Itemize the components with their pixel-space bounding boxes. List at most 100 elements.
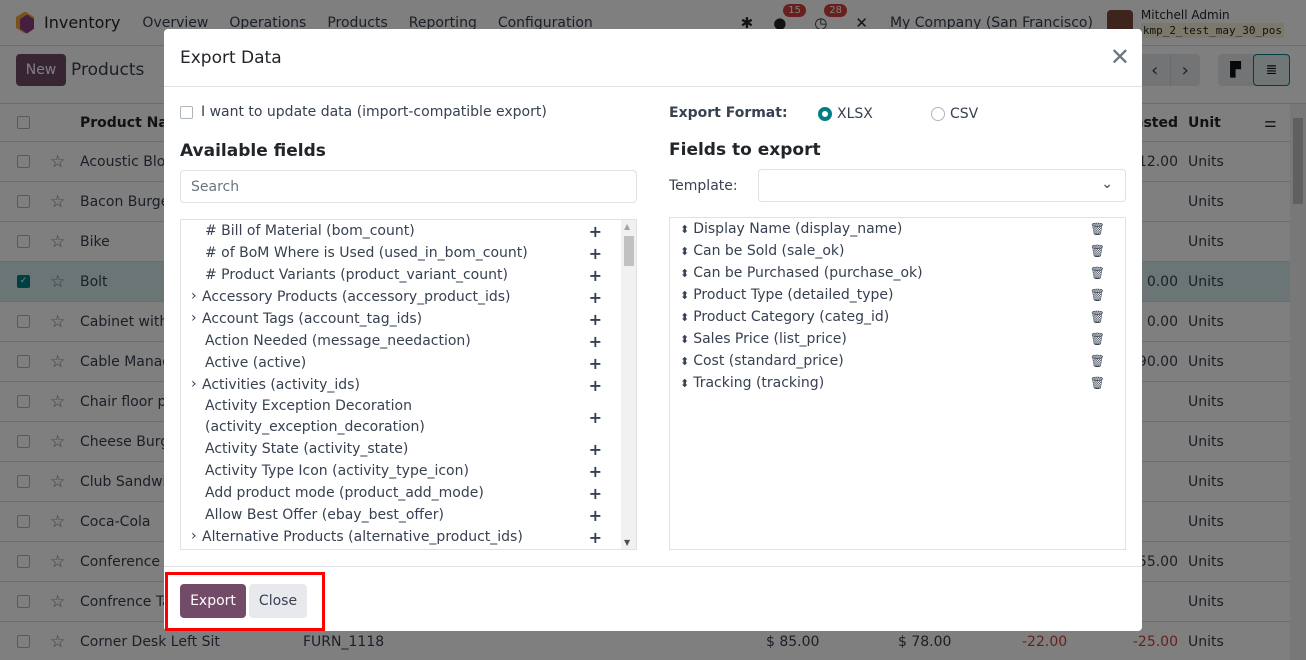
- export-field-label: Can be Sold (sale_ok): [693, 243, 845, 259]
- available-field-item[interactable]: Activity Type Icon (activity_type_icon) +: [181, 460, 636, 482]
- available-fields-title: Available fields: [180, 141, 326, 161]
- export-field-item[interactable]: ⬍ Sales Price (list_price) 🗑: [670, 328, 1125, 350]
- export-field-item[interactable]: ⬍ Can be Sold (sale_ok) 🗑: [670, 240, 1125, 262]
- export-field-label: Product Category (categ_id): [693, 309, 890, 325]
- trash-icon[interactable]: 🗑: [1090, 222, 1105, 236]
- chevron-right-icon[interactable]: ›: [191, 308, 197, 329]
- dialog-header: Export Data ✕: [164, 29, 1142, 87]
- radio-unselected-icon[interactable]: [931, 107, 945, 121]
- available-field-label: # of BoM Where is Used (used_in_bom_coun…: [205, 244, 528, 261]
- trash-icon[interactable]: 🗑: [1090, 244, 1105, 258]
- scroll-up-icon[interactable]: ▲: [624, 222, 630, 231]
- available-fields-scrollbar[interactable]: ▲ ▼: [621, 220, 636, 549]
- drag-handle-icon[interactable]: ⬍: [680, 223, 689, 236]
- close-icon[interactable]: ✕: [1110, 45, 1130, 69]
- add-field-icon[interactable]: +: [589, 265, 602, 286]
- add-field-icon[interactable]: +: [589, 287, 602, 308]
- import-compatible-checkbox[interactable]: [180, 105, 193, 119]
- available-field-label: Account Tags (account_tag_ids): [202, 310, 423, 327]
- available-field-item[interactable]: # of BoM Where is Used (used_in_bom_coun…: [181, 242, 636, 264]
- add-field-icon[interactable]: +: [589, 243, 602, 264]
- dialog-title: Export Data: [180, 48, 282, 68]
- add-field-icon[interactable]: +: [589, 483, 602, 504]
- export-format-label: Export Format:: [669, 105, 788, 121]
- export-field-label: Product Type (detailed_type): [693, 287, 894, 303]
- available-field-item[interactable]: # Bill of Material (bom_count) +: [181, 220, 636, 242]
- add-field-icon[interactable]: +: [589, 527, 602, 548]
- chevron-right-icon[interactable]: ›: [191, 374, 197, 395]
- available-field-label: Accessory Products (accessory_product_id…: [202, 288, 511, 305]
- available-field-item[interactable]: Activity Exception Decoration (activity_…: [181, 396, 636, 438]
- available-field-item[interactable]: # Product Variants (product_variant_coun…: [181, 264, 636, 286]
- add-field-icon[interactable]: +: [589, 505, 602, 526]
- trash-icon[interactable]: 🗑: [1090, 288, 1105, 302]
- export-field-item[interactable]: ⬍ Product Category (categ_id) 🗑: [670, 306, 1125, 328]
- import-compatible-label: I want to update data (import-compatible…: [201, 104, 547, 120]
- add-field-icon[interactable]: +: [589, 375, 602, 396]
- dialog-footer: Export Close: [164, 566, 1142, 631]
- format-csv-radio[interactable]: CSV: [931, 106, 978, 122]
- export-field-item[interactable]: ⬍ Tracking (tracking) 🗑: [670, 372, 1125, 394]
- export-field-item[interactable]: ⬍ Can be Purchased (purchase_ok) 🗑: [670, 262, 1125, 284]
- trash-icon[interactable]: 🗑: [1090, 376, 1105, 390]
- drag-handle-icon[interactable]: ⬍: [680, 377, 689, 390]
- available-field-item[interactable]: › Alternative Products (alternative_produ…: [181, 526, 636, 548]
- add-field-icon[interactable]: +: [589, 309, 602, 330]
- fields-to-export-title: Fields to export: [669, 140, 821, 160]
- chevron-down-icon: ⌄: [1101, 176, 1113, 192]
- available-field-label: Activity Exception Decoration (activity_…: [205, 398, 425, 435]
- available-field-item[interactable]: Action Needed (message_needaction) +: [181, 330, 636, 352]
- available-field-item[interactable]: › Account Tags (account_tag_ids) +: [181, 308, 636, 330]
- available-field-item[interactable]: › Activities (activity_ids) +: [181, 374, 636, 396]
- trash-icon[interactable]: 🗑: [1090, 266, 1105, 280]
- available-field-item[interactable]: Active (active) +: [181, 352, 636, 374]
- available-field-label: Action Needed (message_needaction): [205, 332, 471, 349]
- add-field-icon[interactable]: +: [589, 407, 602, 428]
- available-field-item[interactable]: Allow Best Offer (ebay_best_offer) +: [181, 504, 636, 526]
- export-button[interactable]: Export: [180, 584, 246, 618]
- export-field-item[interactable]: ⬍ Cost (standard_price) 🗑: [670, 350, 1125, 372]
- template-label: Template:: [669, 178, 738, 194]
- trash-icon[interactable]: 🗑: [1090, 310, 1105, 324]
- available-field-label: # Bill of Material (bom_count): [205, 222, 415, 239]
- drag-handle-icon[interactable]: ⬍: [680, 245, 689, 258]
- available-field-item[interactable]: Activity State (activity_state) +: [181, 438, 636, 460]
- add-field-icon[interactable]: +: [589, 439, 602, 460]
- scroll-thumb[interactable]: [624, 236, 634, 266]
- import-compatible-toggle[interactable]: I want to update data (import-compatible…: [180, 104, 547, 120]
- format-csv-label: CSV: [950, 106, 979, 122]
- export-field-item[interactable]: ⬍ Product Type (detailed_type) 🗑: [670, 284, 1125, 306]
- available-field-label: Activities (activity_ids): [202, 376, 360, 393]
- export-field-label: Display Name (display_name): [693, 221, 903, 237]
- drag-handle-icon[interactable]: ⬍: [680, 267, 689, 280]
- available-field-label: Add product mode (product_add_mode): [205, 484, 484, 501]
- drag-handle-icon[interactable]: ⬍: [680, 289, 689, 302]
- drag-handle-icon[interactable]: ⬍: [680, 355, 689, 368]
- add-field-icon[interactable]: +: [589, 353, 602, 374]
- format-xlsx-radio[interactable]: XLSX: [818, 106, 873, 122]
- scroll-down-icon[interactable]: ▼: [624, 538, 630, 547]
- available-field-label: Active (active): [205, 354, 307, 371]
- radio-selected-icon[interactable]: [818, 107, 832, 121]
- chevron-right-icon[interactable]: ›: [191, 286, 197, 307]
- drag-handle-icon[interactable]: ⬍: [680, 311, 689, 324]
- available-field-label: Alternative Products (alternative_produc…: [202, 528, 523, 545]
- add-field-icon[interactable]: +: [589, 221, 602, 242]
- add-field-icon[interactable]: +: [589, 461, 602, 482]
- available-field-item[interactable]: › Accessory Products (accessory_product_i…: [181, 286, 636, 308]
- export-field-label: Cost (standard_price): [693, 353, 844, 369]
- export-data-dialog: Export Data ✕ I want to update data (imp…: [164, 29, 1142, 631]
- field-search-input[interactable]: [180, 170, 637, 203]
- chevron-right-icon[interactable]: ›: [191, 526, 197, 547]
- export-field-item[interactable]: ⬍ Display Name (display_name) 🗑: [670, 218, 1125, 240]
- available-field-label: # Product Variants (product_variant_coun…: [205, 266, 508, 283]
- template-select[interactable]: ⌄: [758, 169, 1126, 202]
- trash-icon[interactable]: 🗑: [1090, 332, 1105, 346]
- format-xlsx-label: XLSX: [837, 106, 873, 122]
- drag-handle-icon[interactable]: ⬍: [680, 333, 689, 346]
- available-fields-list: # Bill of Material (bom_count) + # of BoM …: [180, 219, 637, 550]
- available-field-item[interactable]: Add product mode (product_add_mode) +: [181, 482, 636, 504]
- close-button[interactable]: Close: [249, 584, 307, 618]
- add-field-icon[interactable]: +: [589, 331, 602, 352]
- trash-icon[interactable]: 🗑: [1090, 354, 1105, 368]
